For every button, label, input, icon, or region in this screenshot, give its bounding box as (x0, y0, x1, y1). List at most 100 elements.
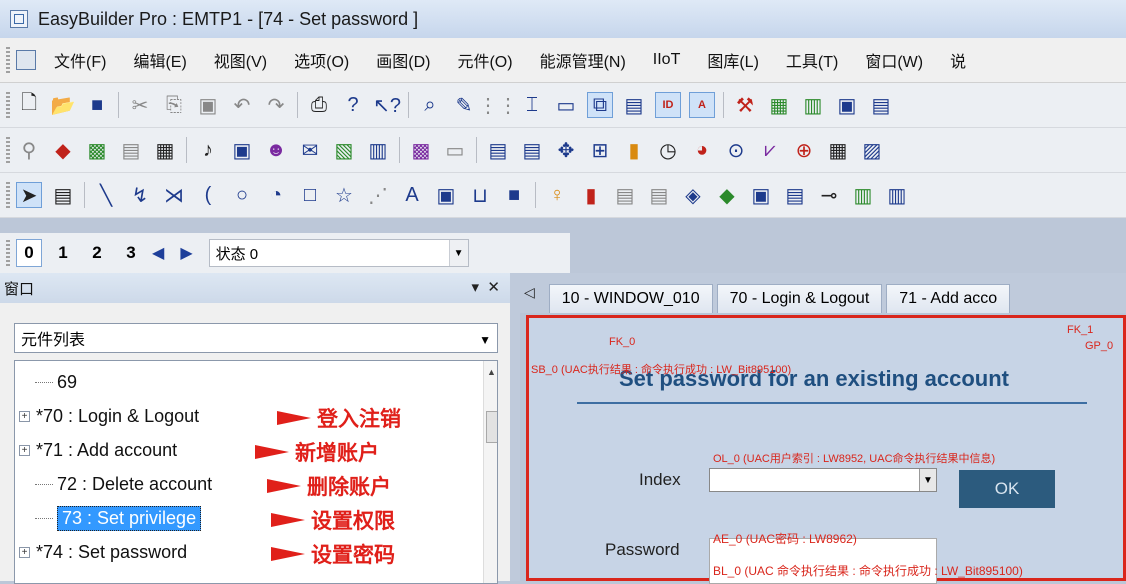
save-icon[interactable]: ■ (84, 92, 110, 118)
recipe-icon[interactable]: ▣ (229, 137, 255, 163)
next-state-icon[interactable]: ▶ (180, 243, 192, 263)
panel-menu-icon[interactable]: ▾ (472, 279, 480, 296)
scroll-thumb[interactable] (486, 411, 497, 443)
layers-icon[interactable]: ◈ (680, 182, 706, 208)
bar-chart-icon[interactable]: ▮ (621, 137, 647, 163)
state-2-button[interactable]: 2 (84, 239, 110, 267)
tab-prev-icon[interactable]: ◁ (524, 284, 535, 301)
close-icon[interactable]: ✕ (487, 279, 500, 296)
redo-icon[interactable]: ↷ (263, 92, 289, 118)
hex-icon[interactable]: ▤ (612, 182, 638, 208)
switch-icon[interactable]: ◆ (50, 137, 76, 163)
sector-icon[interactable]: ◔ (263, 182, 289, 208)
picture-tool-icon[interactable]: ▣ (433, 182, 459, 208)
tag-icon[interactable]: ◆ (714, 182, 740, 208)
new-icon[interactable]: 🗋 (16, 92, 42, 118)
ascii-icon[interactable]: ▤ (519, 137, 545, 163)
form-icon[interactable]: ▤ (782, 182, 808, 208)
sound-icon[interactable]: ♪ (195, 137, 221, 163)
text-icon[interactable]: A (689, 92, 715, 118)
grip-handle[interactable] (6, 182, 10, 208)
copy-icon[interactable]: ⎘ (161, 92, 187, 118)
menu-energy[interactable]: 能源管理(N) (540, 48, 626, 72)
circle-icon[interactable]: ○ (229, 182, 255, 208)
chevron-down-icon[interactable]: ▼ (919, 469, 936, 491)
rectangle-icon[interactable]: □ (297, 182, 323, 208)
tab-window-010[interactable]: 10 - WINDOW_010 (548, 284, 713, 313)
list-type-select[interactable]: 元件列表 ▼ (14, 323, 498, 353)
properties-icon[interactable]: ▤ (50, 182, 76, 208)
move-icon[interactable]: ✥ (553, 137, 579, 163)
menu-edit[interactable]: 编辑(E) (133, 48, 186, 72)
lamp-icon[interactable]: ♀ (544, 182, 570, 208)
chart-icon[interactable]: ▦ (766, 92, 792, 118)
help-icon[interactable]: ? (340, 92, 366, 118)
id-icon[interactable]: ID (655, 92, 681, 118)
picture-icon[interactable]: ▧ (331, 137, 357, 163)
window-icon[interactable]: ▩ (84, 137, 110, 163)
scroll-up-icon[interactable]: ▲ (487, 367, 496, 377)
design-canvas[interactable]: FK_0 FK_1 GP_0 Set password for an exist… (526, 315, 1126, 584)
book-icon[interactable]: ▥ (800, 92, 826, 118)
abc-icon[interactable]: ▥ (884, 182, 910, 208)
pipe-icon[interactable]: ⊔ (467, 182, 493, 208)
target-icon[interactable]: ⊕ (791, 137, 817, 163)
tab-add-account[interactable]: 71 - Add acco (886, 284, 1011, 313)
bars-icon[interactable]: ▥ (365, 137, 391, 163)
grip-handle[interactable] (6, 137, 10, 163)
slider-icon[interactable]: ⊸ (816, 182, 842, 208)
display-icon[interactable]: ▭ (442, 137, 468, 163)
open-icon[interactable]: 📂 (50, 92, 76, 118)
signal-icon[interactable]: ▮ (578, 182, 604, 208)
table-icon[interactable]: ▦ (152, 137, 178, 163)
menu-objects[interactable]: 元件(O) (457, 48, 512, 72)
scale-icon[interactable]: ⋰ (365, 182, 391, 208)
align-icon[interactable]: ⌶ (519, 92, 545, 118)
number-icon[interactable]: ▤ (646, 182, 672, 208)
tree-item[interactable]: 72 : Delete account (15, 469, 212, 499)
tab-login-logout[interactable]: 70 - Login & Logout (716, 284, 883, 313)
tree-item[interactable]: + *70 : Login & Logout (15, 401, 199, 431)
tree-item[interactable]: 69 (15, 367, 77, 397)
arc-icon[interactable]: ( (195, 182, 221, 208)
document-icon[interactable] (16, 50, 36, 70)
menu-view[interactable]: 视图(V) (214, 48, 267, 72)
paste-icon[interactable]: ▣ (195, 92, 221, 118)
fill-icon[interactable]: ■ (501, 182, 527, 208)
chevron-down-icon[interactable]: ▼ (479, 333, 491, 347)
menu-more[interactable]: 说 (950, 48, 966, 72)
message-icon[interactable]: ✉ (297, 137, 323, 163)
expand-icon[interactable]: + (19, 410, 30, 422)
state-3-button[interactable]: 3 (118, 239, 144, 267)
print-icon[interactable]: ⎙ (306, 92, 332, 118)
menu-library[interactable]: 图库(L) (707, 48, 759, 72)
state-0-button[interactable]: 0 (16, 239, 42, 267)
chevron-down-icon[interactable]: ▼ (448, 240, 468, 266)
tree-item-selected[interactable]: 73 : Set privilege (15, 503, 202, 533)
prev-state-icon[interactable]: ◀ (152, 243, 164, 263)
expand-icon[interactable]: + (19, 444, 30, 456)
menu-tools[interactable]: 工具(T) (786, 48, 838, 72)
clock-icon[interactable]: ◷ (655, 137, 681, 163)
expand-icon[interactable]: + (19, 546, 30, 558)
whats-this-icon[interactable]: ↖? (373, 92, 401, 118)
menu-iiot[interactable]: IIoT (653, 51, 681, 69)
line-icon[interactable]: ╲ (93, 182, 119, 208)
tree-item[interactable]: + *74 : Set password (15, 537, 187, 567)
people-icon[interactable]: ☻ (263, 137, 289, 163)
grip-handle[interactable] (6, 47, 10, 73)
counter-icon[interactable]: ▥ (850, 182, 876, 208)
export-icon[interactable]: ▤ (868, 92, 894, 118)
menu-draw[interactable]: 画图(D) (376, 48, 430, 72)
undo-icon[interactable]: ↶ (229, 92, 255, 118)
connect-icon[interactable]: ⊞ (587, 137, 613, 163)
star-icon[interactable]: ☆ (331, 182, 357, 208)
image-icon[interactable]: ▨ (859, 137, 885, 163)
find-icon[interactable]: ⌕ (417, 92, 443, 118)
menu-file[interactable]: 文件(F) (54, 48, 106, 72)
camera-icon[interactable]: ▣ (748, 182, 774, 208)
state-select[interactable]: 状态 0 ▼ (208, 239, 469, 267)
cut-icon[interactable]: ✂ (127, 92, 153, 118)
tree-item[interactable]: + *71 : Add account (15, 435, 177, 465)
cross-icon[interactable]: ⋊ (161, 182, 187, 208)
